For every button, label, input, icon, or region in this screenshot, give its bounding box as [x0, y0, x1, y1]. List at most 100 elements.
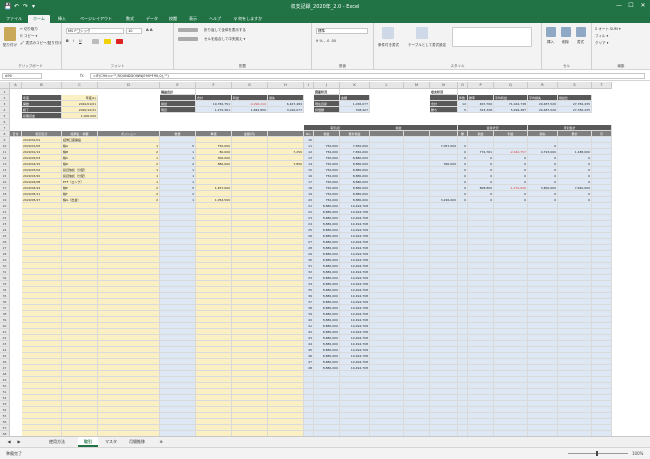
font-size-select[interactable]: 10 — [126, 28, 142, 34]
sheet-tab-3[interactable]: 月間推移 — [122, 437, 152, 447]
border-icon[interactable] — [92, 39, 99, 44]
formula-input[interactable]: =IF(C90<>"",ROUNDDOWN(E90*F90,0),"") — [90, 73, 645, 79]
column-header[interactable]: K — [340, 82, 370, 89]
tab-4[interactable]: 数式 — [120, 15, 140, 23]
sheet-tab-1[interactable]: 取引 — [78, 437, 98, 447]
format-cells-icon[interactable] — [576, 27, 586, 37]
tab-3[interactable]: ページレイアウト — [74, 15, 118, 23]
autosum-button[interactable]: Σ オート SUM ▾ — [595, 27, 621, 32]
sheet-tab-bar: ◀ ▶ 使用方法 取引 マスタ 月間推移 ⊕ — [0, 436, 650, 447]
font-color-icon[interactable] — [116, 39, 123, 44]
column-header[interactable]: P — [468, 82, 494, 89]
zoom-slider-track[interactable] — [568, 453, 628, 454]
tab-0[interactable]: ファイル — [2, 15, 26, 23]
column-header[interactable]: J — [314, 82, 340, 89]
insert-cells-button[interactable]: 挿入 — [547, 40, 554, 45]
sheet-scroll-left-icon[interactable]: ◀ — [4, 437, 14, 447]
column-header[interactable]: Q — [494, 82, 528, 89]
copy-button[interactable]: ⎘ コピー ▾ — [20, 34, 37, 39]
summary-cell[interactable]: 323,328 — [468, 107, 494, 113]
column-header[interactable]: A — [10, 82, 22, 89]
maximize-button[interactable]: ☐ — [626, 2, 636, 9]
minimize-button[interactable]: — — [614, 2, 624, 9]
column-header[interactable]: H — [268, 82, 304, 89]
column-header[interactable]: E — [160, 82, 196, 89]
tab-8[interactable]: ヘルプ — [204, 15, 226, 23]
insert-cells-icon[interactable] — [546, 27, 556, 37]
window-title: 収支記録_2020年_2.0 - Excel — [290, 4, 360, 10]
column-header[interactable]: L — [370, 82, 404, 89]
fx-icon[interactable]: fx — [80, 73, 84, 78]
cut-button[interactable]: ✂ 切り取り — [20, 27, 38, 32]
summary-cell[interactable]: 5 — [458, 107, 468, 113]
summary-cell[interactable]: 27,780,435 — [558, 107, 592, 113]
tab-7[interactable]: 表示 — [184, 15, 202, 23]
summary-cell[interactable]: 1,842,850 — [232, 107, 268, 113]
cell-styles-gallery[interactable] — [452, 27, 532, 47]
wrap-text-button[interactable]: 折り返して全体を表示する — [204, 28, 246, 33]
column-header[interactable]: C — [62, 82, 98, 89]
summary-cell[interactable]: 1,270,361 — [196, 107, 232, 113]
delete-cells-button[interactable]: 削除 — [562, 40, 569, 45]
sheet-scroll-right-icon[interactable]: ▶ — [14, 437, 24, 447]
tab-2[interactable]: 挿入 — [52, 15, 72, 23]
font-name-select[interactable]: MS Pゴシック — [66, 28, 124, 34]
paste-button[interactable]: 貼り付け — [3, 43, 17, 48]
column-header[interactable]: S — [558, 82, 592, 89]
summary-cell[interactable]: 現資 — [160, 107, 196, 113]
font-group-label: フォント — [110, 64, 125, 68]
bold-button[interactable]: B — [66, 39, 69, 43]
tab-1[interactable]: ホーム — [28, 15, 50, 23]
info-label: 初期資金 — [22, 113, 62, 119]
column-header[interactable]: B — [22, 82, 62, 89]
zoom-slider-thumb[interactable] — [596, 451, 598, 456]
summary-cell[interactable]: 勝ち — [430, 107, 458, 113]
currency-button[interactable]: ¥ % , .0 .00 — [316, 39, 336, 43]
summary-cell[interactable]: 3,016,077 — [268, 107, 304, 113]
summary-cell[interactable]: 708,407 — [340, 107, 370, 113]
format-as-table-button[interactable]: テーブルとして書式設定 — [408, 43, 446, 48]
sheet-tab-0[interactable]: 使用方法 — [40, 437, 74, 447]
worksheet-grid[interactable]: A B C D E F G H I J K L M N O P Q R S T 1 2 3 4 5 6 7 8 9 10 11 12 13 14 1… — [0, 82, 650, 436]
tab-9[interactable]: ♀ 何をしますか — [228, 15, 268, 23]
conditional-format-button[interactable]: 条件付き書式 — [378, 43, 399, 48]
close-button[interactable]: ✕ — [638, 2, 648, 9]
number-format-select[interactable]: 標準 — [316, 28, 368, 34]
sheet-tab-2[interactable]: マスタ — [102, 437, 120, 447]
zoom-level[interactable]: 100% — [632, 451, 643, 456]
underline-button[interactable]: U — [79, 39, 82, 43]
summary-cell[interactable]: 29,487,526 — [528, 107, 558, 113]
column-header[interactable]: M — [404, 82, 430, 89]
summary-cell[interactable]: 5,299,387 — [494, 107, 528, 113]
summary-cell[interactable]: 評価額 — [314, 107, 340, 113]
clipboard-group-label: クリップボード — [18, 64, 43, 68]
column-header[interactable]: I — [304, 82, 314, 89]
format-cells-button[interactable]: 書式 — [577, 40, 584, 45]
column-header[interactable]: G — [232, 82, 268, 89]
column-header[interactable]: O — [458, 82, 468, 89]
column-header[interactable]: F — [196, 82, 232, 89]
select-all-corner[interactable] — [0, 82, 10, 89]
tab-5[interactable]: データ — [142, 15, 162, 23]
fill-color-icon[interactable] — [104, 39, 111, 44]
column-header[interactable]: D — [98, 82, 160, 89]
align-top-icon[interactable] — [178, 28, 198, 32]
column-header[interactable]: T — [592, 82, 612, 89]
add-sheet-icon[interactable]: ⊕ — [156, 437, 166, 447]
column-header[interactable]: N — [430, 82, 458, 89]
align-left-icon[interactable] — [178, 37, 198, 41]
tab-6[interactable]: 校閲 — [164, 15, 182, 23]
name-box[interactable]: A90 — [2, 73, 42, 79]
fill-button[interactable]: フィル ▾ — [595, 34, 608, 39]
paste-icon[interactable] — [4, 27, 16, 41]
info-value[interactable]: 1,000,000 — [62, 113, 98, 119]
format-as-table-icon[interactable] — [416, 27, 428, 39]
clear-button[interactable]: クリア ▾ — [595, 41, 608, 46]
conditional-format-icon[interactable] — [382, 27, 394, 39]
merge-center-button[interactable]: セルを結合して中央揃え ▾ — [204, 37, 245, 42]
format-painter-button[interactable]: 🖌 書式のコピー/貼り付け — [20, 41, 62, 46]
grow-font-button[interactable]: A A — [146, 28, 153, 32]
italic-button[interactable]: I — [73, 39, 74, 43]
column-header[interactable]: R — [528, 82, 558, 89]
delete-cells-icon[interactable] — [561, 27, 571, 37]
